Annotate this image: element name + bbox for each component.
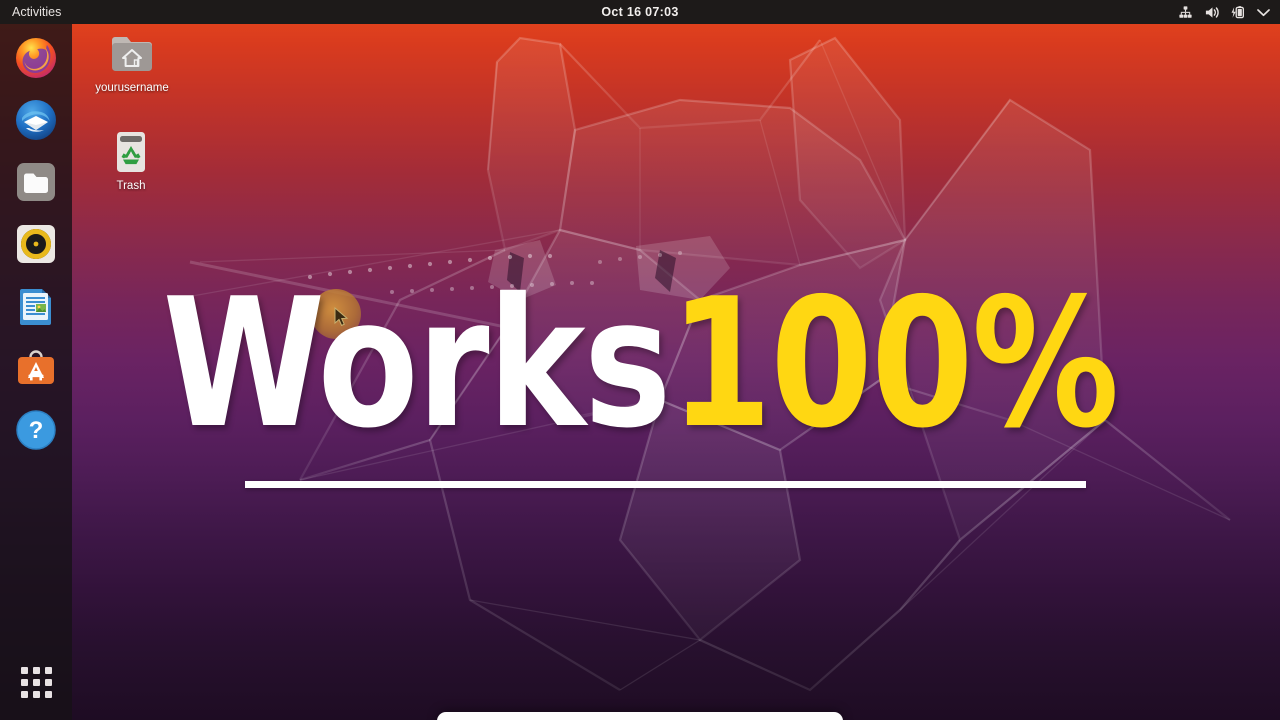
thunderbird-icon [16, 100, 56, 140]
dock-item-help[interactable]: ? [12, 406, 60, 454]
show-applications-button[interactable] [12, 658, 60, 706]
dock-item-thunderbird[interactable] [12, 96, 60, 144]
wallpaper-fossa-artwork [169, 36, 1231, 692]
grid-dot [44, 678, 52, 686]
dock-item-firefox[interactable] [12, 34, 60, 82]
grid-dot [20, 678, 28, 686]
grid-dot [32, 690, 40, 698]
chevron-down-icon[interactable] [1255, 4, 1272, 21]
gnome-top-bar: Activities Oct 16 07:03 [0, 0, 1280, 24]
dock-item-rhythmbox[interactable] [12, 220, 60, 268]
rhythmbox-icon [17, 225, 55, 263]
desktop-screen: Works100% yourusername Trash ? Activitie… [0, 0, 1280, 720]
desktop-icon-label: Trash [116, 180, 146, 192]
home-folder-icon [86, 30, 178, 78]
ubuntu-software-icon [18, 350, 54, 384]
grid-dot [44, 666, 52, 674]
desktop-icon-label: yourusername [95, 82, 169, 94]
grid-dot [44, 690, 52, 698]
desktop-icon-trash[interactable]: Trash [85, 128, 177, 192]
clock-container: Oct 16 07:03 [0, 3, 1280, 21]
trash-icon [85, 128, 177, 176]
bottom-dialog-sliver[interactable] [437, 712, 843, 720]
desktop-icon-home-folder[interactable]: yourusername [86, 30, 178, 94]
dock-item-libreoffice-writer[interactable] [12, 282, 60, 330]
network-wired-icon[interactable] [1177, 4, 1194, 21]
dock-item-ubuntu-software[interactable] [12, 344, 60, 392]
activities-button[interactable]: Activities [0, 0, 71, 24]
grid-dot [32, 666, 40, 674]
dock-item-files[interactable] [12, 158, 60, 206]
libreoffice-writer-icon [20, 289, 51, 325]
grid-dot [20, 690, 28, 698]
firefox-icon [16, 38, 56, 78]
ubuntu-dock: ? [0, 24, 72, 720]
desktop-wallpaper [0, 0, 1280, 720]
grid-dot [20, 666, 28, 674]
help-icon: ? [16, 410, 56, 450]
volume-icon[interactable] [1203, 4, 1220, 21]
files-icon [17, 163, 55, 201]
clock-datetime[interactable]: Oct 16 07:03 [601, 5, 678, 19]
battery-charging-icon[interactable] [1229, 4, 1246, 21]
mouse-cursor-icon [334, 307, 349, 327]
svg-text:?: ? [29, 417, 44, 444]
system-tray [1177, 0, 1272, 24]
grid-dot [32, 678, 40, 686]
